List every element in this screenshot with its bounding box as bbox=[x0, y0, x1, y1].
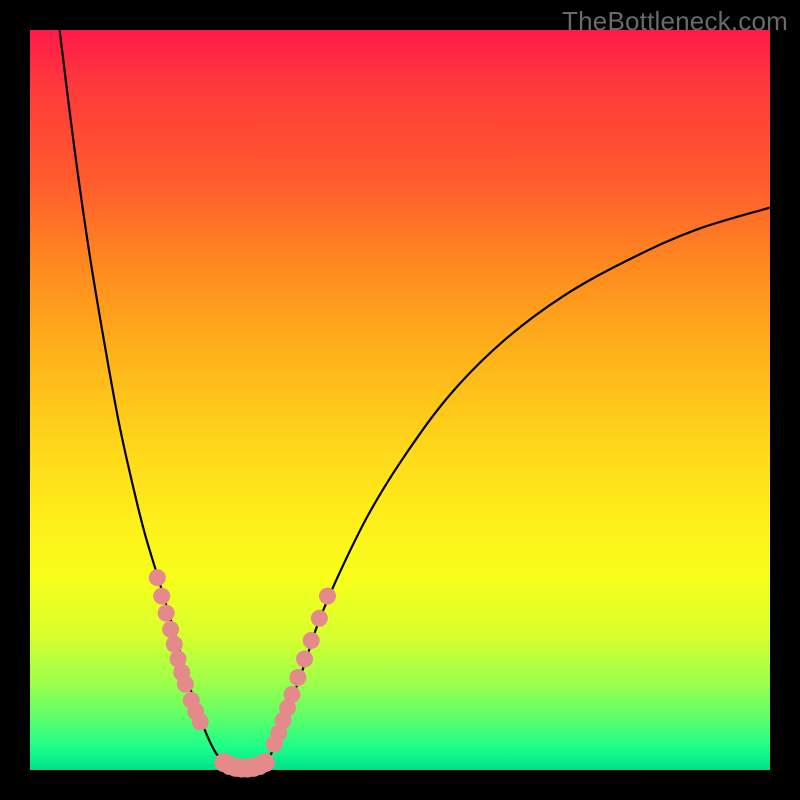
marker-dot bbox=[177, 676, 194, 693]
marker-dot bbox=[289, 669, 306, 686]
series-group bbox=[60, 30, 770, 769]
marker-dot bbox=[283, 686, 300, 703]
marker-dot bbox=[296, 651, 313, 668]
marker-dot bbox=[319, 588, 336, 605]
marker-dot bbox=[162, 621, 179, 638]
marker-dot bbox=[158, 605, 175, 622]
chart-svg bbox=[30, 30, 770, 770]
marker-dot bbox=[303, 632, 320, 649]
marker-dot bbox=[153, 588, 170, 605]
marker-dot bbox=[192, 713, 209, 730]
series-left-branch bbox=[60, 30, 223, 761]
chart-frame: TheBottleneck.com bbox=[0, 0, 800, 800]
series-right-branch bbox=[267, 208, 770, 762]
marker-dot bbox=[166, 636, 183, 653]
marker-dot bbox=[149, 569, 166, 586]
plot-area bbox=[30, 30, 770, 770]
marker-dot bbox=[311, 610, 328, 627]
marker-dot bbox=[256, 753, 275, 772]
markers-group bbox=[149, 569, 336, 778]
